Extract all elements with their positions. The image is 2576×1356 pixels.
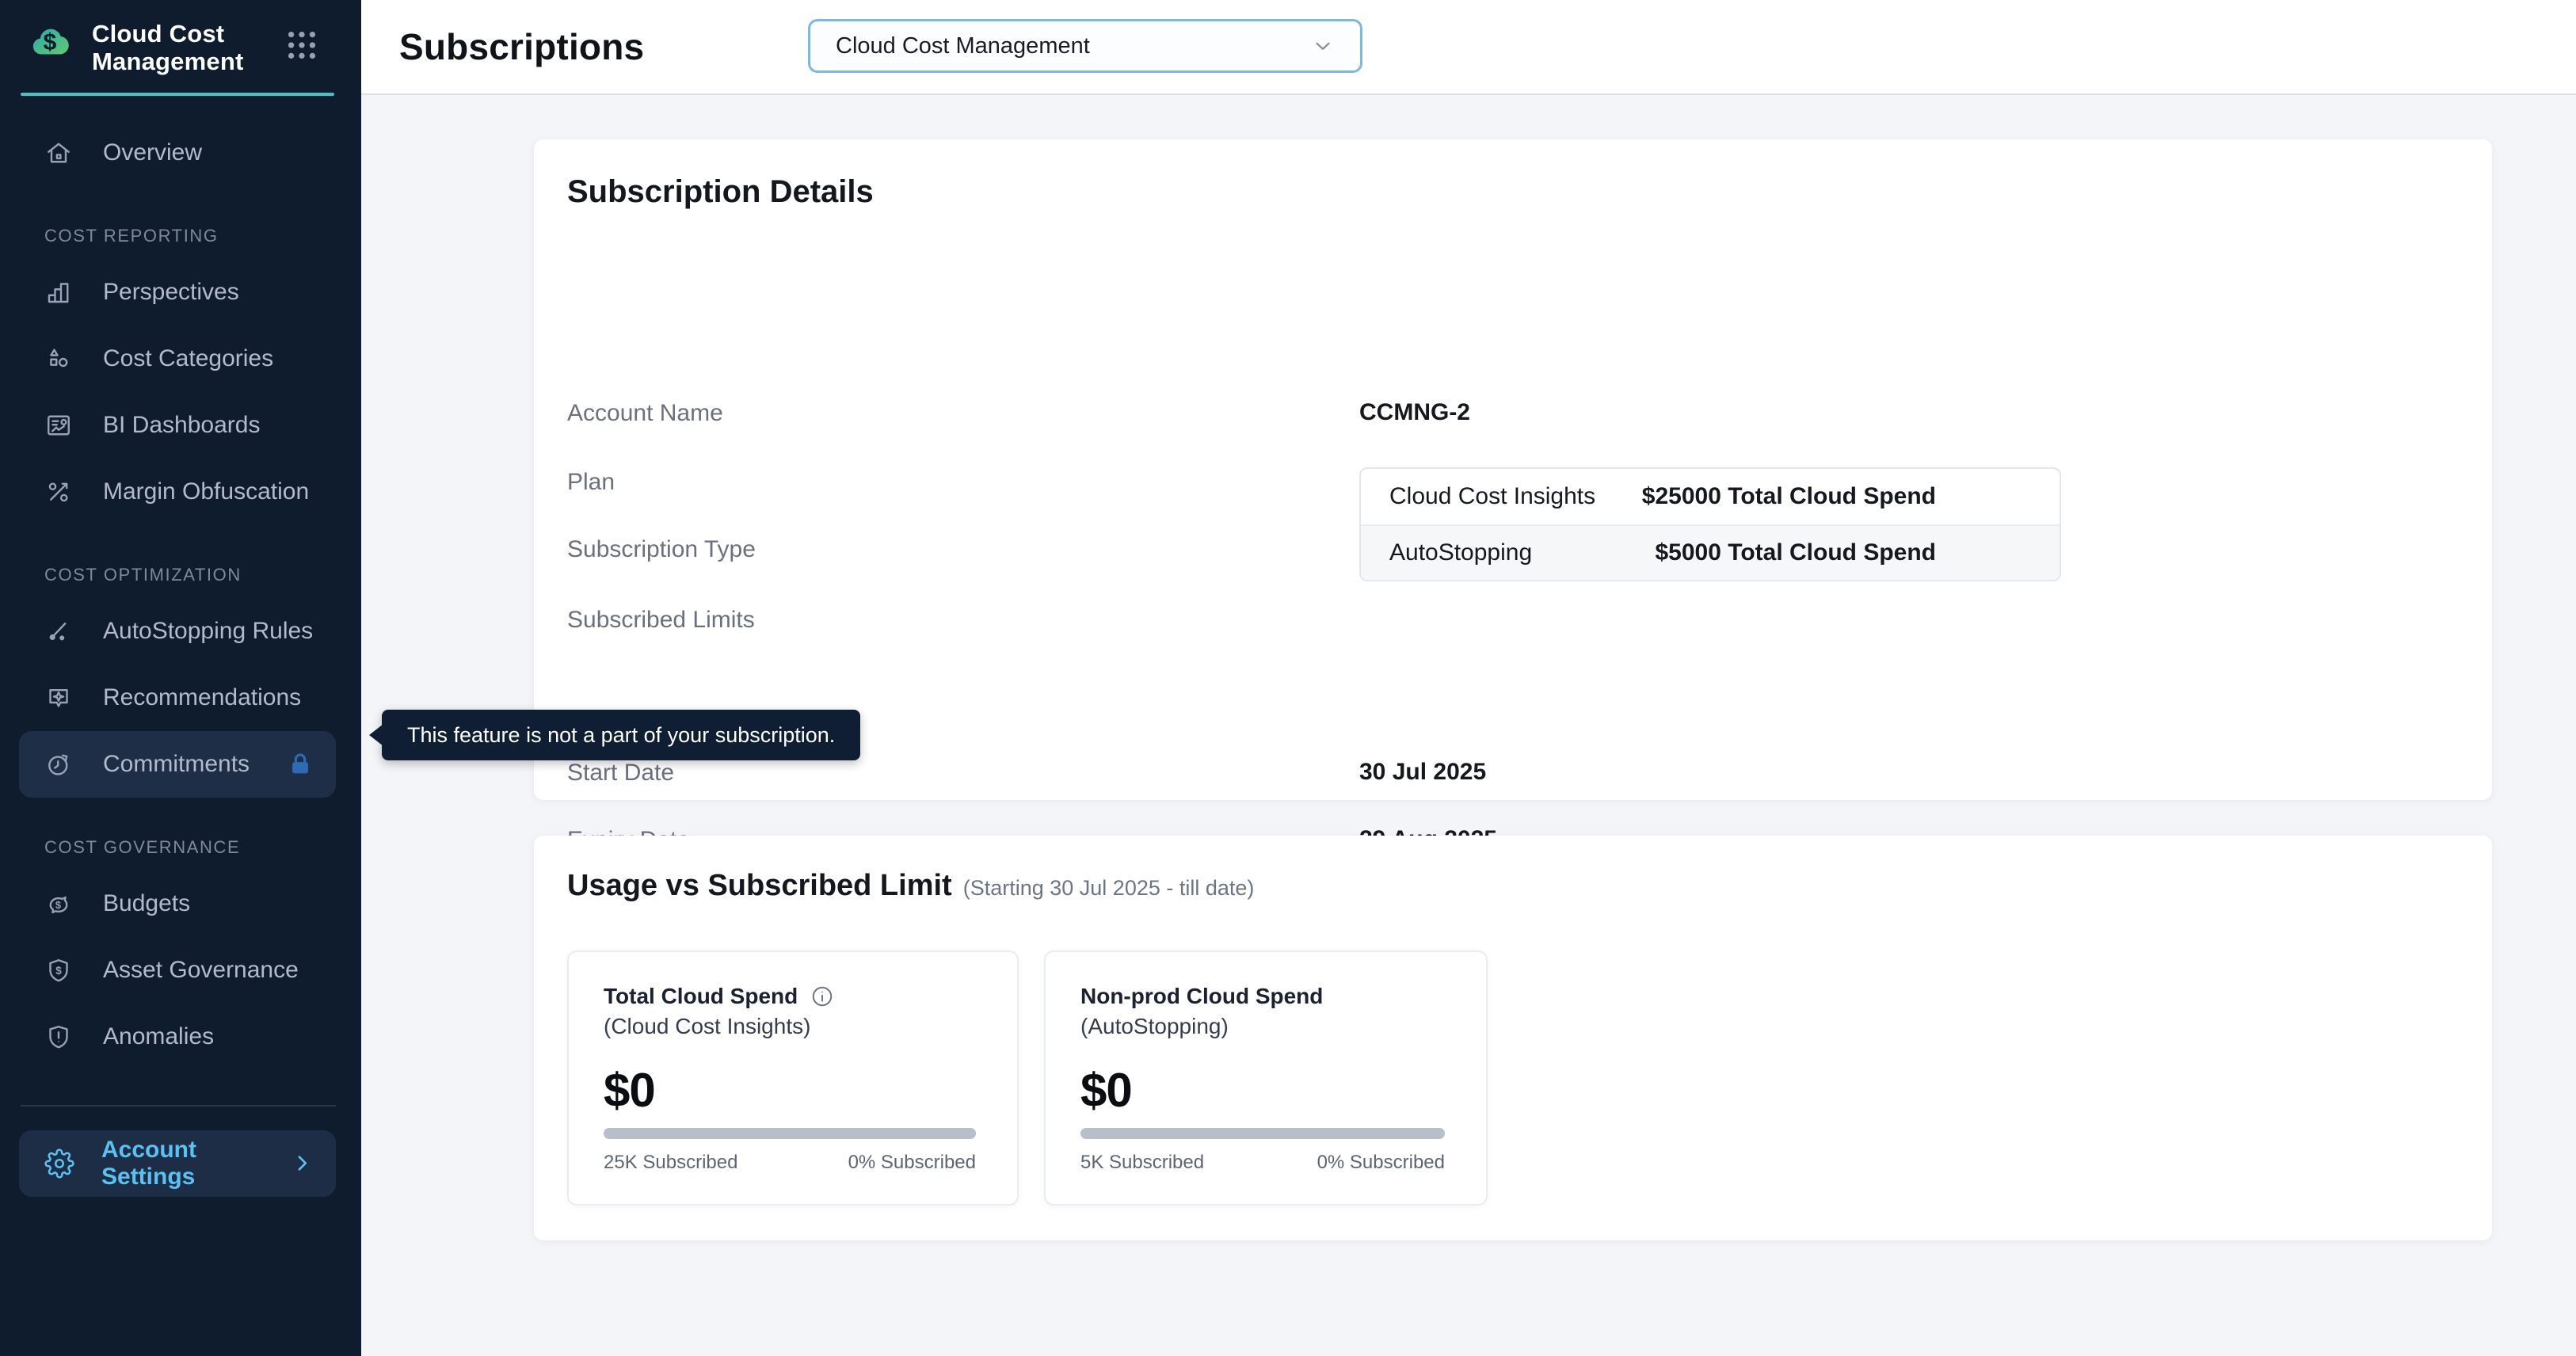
account-name-label: Account Name — [567, 400, 723, 427]
subscribed-amount: 5K Subscribed — [1080, 1152, 1204, 1174]
sidebar-section-cost-governance: COST GOVERNANCE — [0, 825, 361, 870]
account-name-value: CCMNG-2 — [1359, 399, 1470, 426]
tooltip-text: This feature is not a part of your subsc… — [407, 723, 835, 748]
mini-card-title: Total Cloud Spend — [604, 984, 834, 1009]
module-selector-dropdown[interactable]: Cloud Cost Management — [808, 19, 1362, 73]
sidebar-item-label: Account Settings — [101, 1137, 291, 1190]
app-switcher-icon[interactable] — [284, 27, 320, 63]
info-icon[interactable] — [810, 985, 834, 1008]
sku-name: AutoStopping — [1389, 539, 1532, 566]
sidebar-item-cost-categories[interactable]: Cost Categories — [0, 326, 361, 392]
progress-bar — [1080, 1128, 1445, 1139]
subscribed-percent: 0% Subscribed — [1317, 1152, 1445, 1174]
sidebar-item-anomalies[interactable]: Anomalies — [0, 1004, 361, 1070]
brand: $ Cloud Cost Management — [0, 0, 361, 75]
subscribed-percent: 0% Subscribed — [848, 1152, 976, 1174]
dollar-glyph: $ — [44, 29, 57, 56]
chevron-right-icon — [291, 1152, 314, 1175]
dashboard-image-icon — [44, 411, 73, 440]
mini-card-subtitle: (AutoStopping) — [1080, 1014, 1229, 1039]
module-selector-value: Cloud Cost Management — [836, 33, 1090, 59]
sidebar: $ Cloud Cost Management Overview COST RE… — [0, 0, 361, 1356]
gear-icon — [44, 1148, 74, 1179]
sidebar-nav: Overview COST REPORTING Perspectives Cos… — [0, 96, 361, 1070]
start-date-value: 30 Jul 2025 — [1359, 759, 1486, 786]
sidebar-item-asset-governance[interactable]: $ Asset Governance — [0, 937, 361, 1004]
sidebar-item-label: AutoStopping Rules — [103, 618, 313, 645]
usage-title-row: Usage vs Subscribed Limit (Starting 30 J… — [567, 869, 1254, 903]
table-row: Cloud Cost Insights $25000 Total Cloud S… — [1361, 469, 2060, 524]
subscription-details-title: Subscription Details — [567, 174, 874, 210]
sidebar-item-label: Margin Obfuscation — [103, 478, 309, 505]
sidebar-item-label: Asset Governance — [103, 957, 299, 984]
sidebar-item-label: Perspectives — [103, 279, 239, 306]
nonprod-cloud-spend-card: Non-prod Cloud Spend (AutoStopping) $0 5… — [1044, 950, 1488, 1206]
sidebar-item-label: Cost Categories — [103, 345, 273, 372]
sidebar-item-overview[interactable]: Overview — [0, 120, 361, 186]
bar-chart-icon — [44, 278, 73, 307]
progress-bar — [604, 1128, 976, 1139]
autostopping-icon — [44, 617, 73, 646]
sku-limit: $5000 Total Cloud Spend — [1655, 539, 2031, 566]
sidebar-item-label: Budgets — [103, 890, 190, 917]
subscribed-limits-table: Cloud Cost Insights $25000 Total Cloud S… — [1359, 467, 2061, 581]
sidebar-item-account-settings[interactable]: Account Settings — [19, 1130, 336, 1197]
svg-text:$: $ — [55, 899, 61, 911]
mini-card-subtitle: (Cloud Cost Insights) — [604, 1014, 810, 1039]
subscribed-amount: 25K Subscribed — [604, 1152, 737, 1174]
subscribed-limits-label: Subscribed Limits — [567, 607, 755, 634]
usage-subtitle: (Starting 30 Jul 2025 - till date) — [963, 876, 1255, 901]
svg-text:$: $ — [55, 965, 62, 977]
shield-dollar-icon: $ — [44, 956, 73, 985]
sidebar-divider — [21, 1105, 336, 1107]
sidebar-section-cost-optimization: COST OPTIMIZATION — [0, 552, 361, 598]
mini-card-title: Non-prod Cloud Spend — [1080, 984, 1323, 1009]
plan-label: Plan — [567, 469, 615, 496]
shapes-icon — [44, 345, 73, 373]
usage-title: Usage vs Subscribed Limit — [567, 869, 952, 903]
progress-fill — [604, 1128, 976, 1139]
percent-icon — [44, 478, 73, 506]
usage-card: Usage vs Subscribed Limit (Starting 30 J… — [534, 836, 2492, 1240]
lock-icon — [287, 751, 314, 778]
sidebar-item-recommendations[interactable]: Recommendations — [0, 665, 361, 731]
sku-limit: $25000 Total Cloud Spend — [1642, 483, 2031, 510]
page-header: Subscriptions Cloud Cost Management — [361, 0, 2576, 95]
piggy-bank-icon: $ — [44, 889, 73, 918]
chevron-down-icon — [1311, 34, 1335, 58]
mini-card-title-text: Total Cloud Spend — [604, 984, 798, 1009]
sidebar-item-label: Recommendations — [103, 684, 301, 711]
sku-name: Cloud Cost Insights — [1389, 483, 1595, 510]
cloud-cost-logo-icon: $ — [24, 21, 76, 62]
recommendations-icon — [44, 684, 73, 712]
sidebar-item-label: BI Dashboards — [103, 412, 260, 439]
commitments-history-icon — [44, 750, 73, 779]
mini-card-title-text: Non-prod Cloud Spend — [1080, 984, 1323, 1009]
sidebar-item-commitments[interactable]: Commitments — [19, 731, 336, 798]
sidebar-item-label: Commitments — [103, 751, 250, 778]
sidebar-item-budgets[interactable]: $ Budgets — [0, 870, 361, 937]
sidebar-item-margin-obfuscation[interactable]: Margin Obfuscation — [0, 459, 361, 525]
page-title: Subscriptions — [399, 25, 644, 68]
app-title: Cloud Cost Management — [92, 21, 292, 75]
shield-alert-icon — [44, 1023, 73, 1051]
subscription-type-label: Subscription Type — [567, 536, 756, 563]
sidebar-item-label: Anomalies — [103, 1023, 214, 1050]
spend-value: $0 — [1080, 1063, 1132, 1118]
table-row: AutoStopping $5000 Total Cloud Spend — [1361, 524, 2060, 580]
spend-value: $0 — [604, 1063, 655, 1118]
home-icon — [44, 139, 73, 167]
sidebar-item-bi-dashboards[interactable]: BI Dashboards — [0, 392, 361, 459]
start-date-label: Start Date — [567, 760, 674, 787]
subscription-details-card: Subscription Details Account Name CCMNG-… — [534, 139, 2492, 800]
sidebar-section-cost-reporting: COST REPORTING — [0, 213, 361, 259]
total-cloud-spend-card: Total Cloud Spend (Cloud Cost Insights) … — [567, 950, 1019, 1206]
subscription-lock-tooltip: This feature is not a part of your subsc… — [382, 710, 860, 760]
progress-fill — [1080, 1128, 1445, 1139]
sidebar-item-autostopping-rules[interactable]: AutoStopping Rules — [0, 598, 361, 665]
sidebar-item-perspectives[interactable]: Perspectives — [0, 259, 361, 326]
sidebar-item-label: Overview — [103, 139, 202, 166]
